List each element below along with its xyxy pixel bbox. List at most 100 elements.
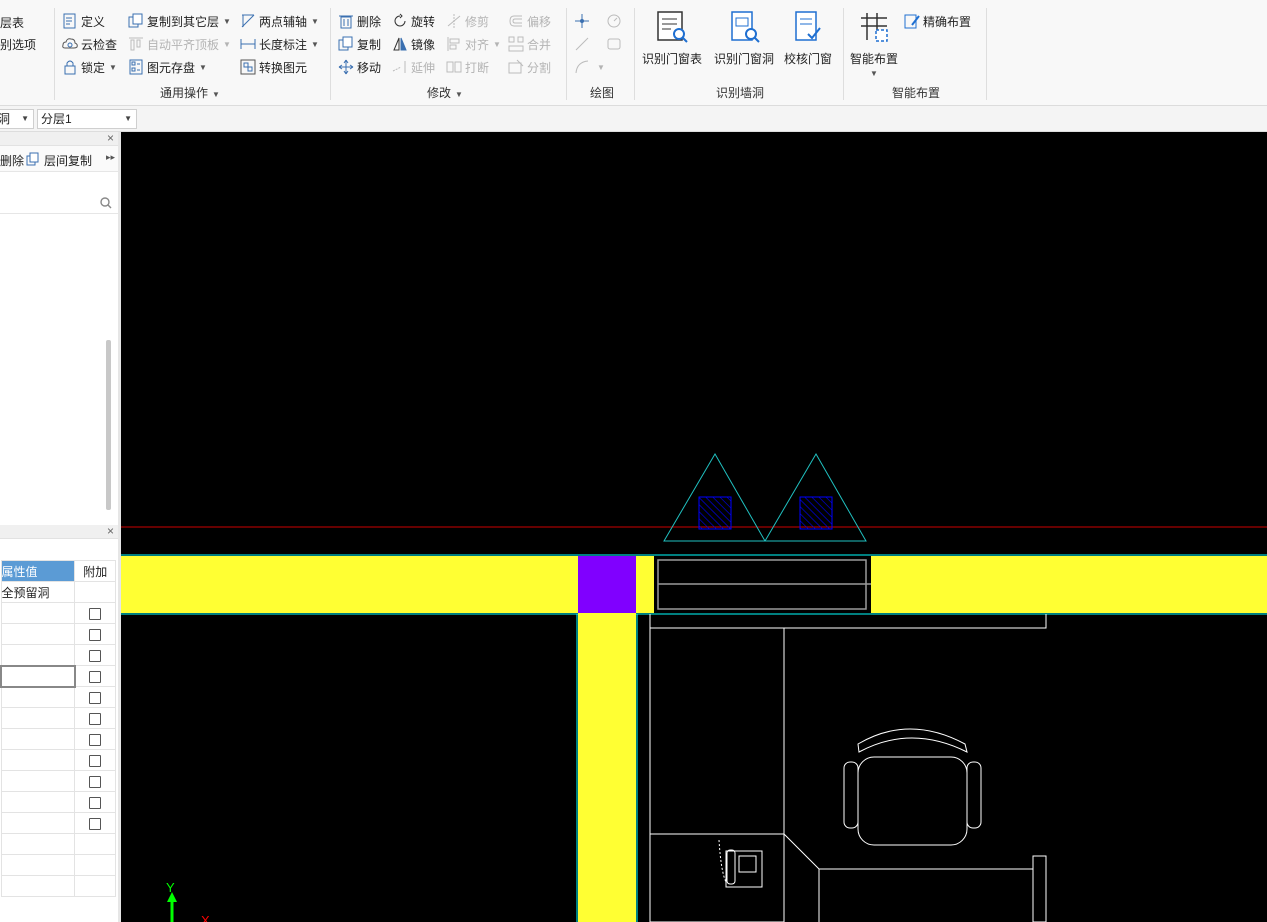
property-extra-cell [74,854,116,876]
chevron-down-icon: ▼ [493,39,501,49]
extra-checkbox[interactable] [89,775,102,788]
property-extra-cell [74,644,116,666]
length-dimension-button[interactable]: 长度标注 ▼ [240,34,319,54]
offset-icon [508,13,524,29]
opening-marker-right[interactable] [764,453,867,542]
extra-checkbox[interactable] [89,817,102,830]
property-value-cell[interactable] [0,623,76,645]
trim-icon [446,13,462,29]
cloud-check-icon [62,36,78,52]
property-value-cell[interactable] [0,791,76,813]
two-point-axis-button[interactable]: 两点辅轴 ▼ [240,11,319,31]
mirror-icon [392,36,408,52]
offset-button[interactable]: 偏移 [508,11,551,31]
property-value-cell[interactable] [0,707,76,729]
extra-checkbox[interactable] [89,607,102,620]
copy-icon [338,36,354,52]
modify-group-label[interactable]: 修改 ▼ [400,84,490,101]
more-arrow-icon[interactable]: ▸▸ [106,152,115,163]
property-value-cell[interactable] [0,833,76,855]
smart-layout-group-label: 智能布置 [891,86,940,100]
smart-layout-icon [857,10,891,44]
recognize-options-button[interactable]: 别选项 [0,34,36,54]
extra-checkbox[interactable] [89,733,102,746]
delete-component-button[interactable]: 删除 [0,152,24,169]
property-value-cell[interactable] [0,644,76,666]
property-extra-cell [74,665,116,687]
table-row [0,707,116,729]
copy-between-floors-button[interactable]: 层间复制 [26,152,92,169]
element-store-button[interactable]: 图元存盘 ▼ [128,57,207,77]
draw-group-label: 绘图 [589,86,614,100]
copy-to-layer-button[interactable]: 复制到其它层 ▼ [128,11,231,31]
smart-layout-button[interactable]: 智能布置 ▼ [850,10,898,78]
window-opening[interactable] [654,556,871,613]
rotate-icon [392,13,408,29]
extend-button[interactable]: 延伸 [392,57,435,77]
recognize-window-table-button[interactable]: 识别门窗表 [642,10,702,67]
convert-element-button[interactable]: 转换图元 [240,57,307,77]
extra-checkbox[interactable] [89,712,102,725]
close-icon[interactable]: × [107,132,114,145]
chevron-down-icon: ▼ [311,16,319,26]
telephone [718,839,763,888]
split-button[interactable]: 分割 [508,57,551,77]
extra-checkbox[interactable] [89,628,102,641]
property-value-cell[interactable] [0,728,76,750]
layer-select[interactable]: 分层1 ▼ [37,109,137,129]
draw-point-button[interactable] [574,11,593,31]
break-button[interactable]: 打断 [446,57,489,77]
table-row [0,833,116,855]
draw-arc-button[interactable]: ▼ [574,57,605,77]
property-value-cell[interactable] [0,602,76,624]
align-button[interactable]: 对齐 ▼ [446,34,501,54]
mirror-button[interactable]: 镜像 [392,34,435,54]
property-extra-cell [74,833,116,855]
property-extra-cell [74,728,116,750]
extra-checkbox[interactable] [89,649,102,662]
precise-layout-button[interactable]: 精确布置 [904,11,971,31]
recognize-door-opening-button[interactable]: 识别门窗洞 [714,10,774,67]
general-group-label[interactable]: 通用操作 ▼ [130,84,250,101]
extra-checkbox[interactable] [89,796,102,809]
property-value-cell-active[interactable] [0,664,76,688]
layer-table-button[interactable]: 层表 [0,12,24,32]
drawing-canvas[interactable]: Y X [121,132,1267,922]
property-value-cell[interactable] [0,686,76,708]
chevron-down-icon: ▼ [455,90,463,99]
element-type-select[interactable]: 洞 ▼ [0,109,34,129]
define-button[interactable]: 定义 [62,11,105,31]
auto-align-top-button[interactable]: 自动平齐顶板 ▼ [128,34,231,54]
extra-checkbox[interactable] [89,691,102,704]
property-value-cell[interactable] [0,749,76,771]
property-value-cell[interactable] [0,770,76,792]
check-doors-windows-button[interactable]: 校核门窗 [784,10,832,67]
draw-line-button[interactable] [574,34,593,54]
extra-checkbox[interactable] [89,754,102,767]
search-icon[interactable] [100,197,112,212]
copy-button[interactable]: 复制 [338,34,381,54]
extra-checkbox[interactable] [89,670,102,683]
merge-button[interactable]: 合并 [508,34,551,54]
vertical-wall[interactable] [576,613,638,922]
draw-rect-button[interactable] [606,34,625,54]
close-icon[interactable]: × [107,525,114,538]
property-extra-cell [74,686,116,708]
extend-icon [392,59,408,75]
cloud-check-button[interactable]: 云检查 [62,34,117,54]
component-search-input[interactable] [0,194,118,214]
property-value-cell[interactable] [0,854,76,876]
list-scrollbar[interactable] [106,340,111,510]
property-value-cell[interactable]: 全预留洞 [0,581,76,603]
property-value-cell[interactable] [0,812,76,834]
move-button[interactable]: 移动 [338,57,381,77]
trim-button[interactable]: 修剪 [446,11,489,31]
delete-button[interactable]: 删除 [338,11,381,31]
lock-button[interactable]: 锁定 ▼ [62,57,117,77]
dimension-icon [240,36,256,52]
draw-arc-point-button[interactable] [606,11,625,31]
column[interactable] [578,556,636,613]
property-value-cell[interactable] [0,875,76,897]
opening-marker-left[interactable] [663,453,766,542]
rotate-button[interactable]: 旋转 [392,11,435,31]
